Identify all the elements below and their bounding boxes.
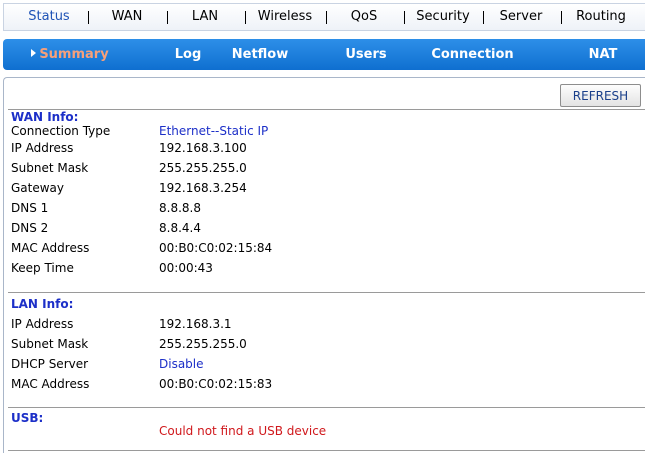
tab-security[interactable]: Security (408, 4, 478, 30)
row-value: 192.168.3.1 (159, 317, 232, 331)
row-label: DHCP Server (11, 357, 89, 371)
tab-qos[interactable]: QoS (333, 4, 395, 30)
row-value: 00:B0:C0:02:15:83 (159, 377, 273, 391)
subtab-connection[interactable]: Connection (425, 39, 520, 70)
row-label: Connection Type (11, 124, 111, 138)
divider (8, 292, 645, 293)
subtab-summary-label: Summary (39, 47, 109, 62)
row-value: 00:00:43 (159, 261, 213, 275)
row-label: Gateway (11, 181, 65, 195)
tab-routing[interactable]: Routing (568, 4, 634, 30)
row-value: 255.255.255.0 (159, 161, 247, 175)
subtab-summary[interactable]: Summary (30, 39, 110, 70)
nav-separator (88, 11, 89, 24)
divider (8, 450, 645, 451)
subtab-netflow[interactable]: Netflow (225, 39, 295, 70)
row-label: Subnet Mask (11, 337, 89, 351)
top-nav: Status WAN LAN Wireless QoS Security Ser… (3, 3, 645, 31)
subtab-nat[interactable]: NAT (578, 39, 628, 70)
row-label: MAC Address (11, 377, 90, 391)
row-label: DNS 1 (11, 201, 49, 215)
row-label: Subnet Mask (11, 161, 89, 175)
tab-wireless[interactable]: Wireless (250, 4, 320, 30)
row-label: IP Address (11, 141, 74, 155)
row-label: MAC Address (11, 241, 90, 255)
divider (8, 109, 645, 110)
nav-separator (483, 11, 484, 24)
nav-separator (245, 11, 246, 24)
row-value: 00:B0:C0:02:15:84 (159, 241, 273, 255)
refresh-button[interactable]: REFRESH (560, 84, 641, 107)
sub-nav: Summary Log Netflow Users Connection NAT (3, 39, 645, 70)
row-label: IP Address (11, 317, 74, 331)
tab-wan[interactable]: WAN (96, 4, 158, 30)
row-label: Keep Time (11, 261, 74, 275)
usb-status-message: Could not find a USB device (159, 424, 327, 438)
nav-separator (326, 11, 327, 24)
subtab-log[interactable]: Log (163, 39, 213, 70)
nav-separator (404, 11, 405, 24)
row-value: Ethernet--Static IP (159, 124, 269, 138)
arrow-right-icon (31, 49, 37, 57)
tab-status[interactable]: Status (18, 4, 80, 30)
row-label: DNS 2 (11, 221, 49, 235)
row-value: 192.168.3.100 (159, 141, 247, 155)
row-value: 8.8.8.8 (159, 201, 201, 215)
lan-info-title: LAN Info: (11, 297, 74, 311)
nav-separator (167, 11, 168, 24)
row-value: 192.168.3.254 (159, 181, 247, 195)
nav-separator (561, 11, 562, 24)
row-value: 255.255.255.0 (159, 337, 247, 351)
tab-lan[interactable]: LAN (174, 4, 236, 30)
tab-server[interactable]: Server (490, 4, 552, 30)
subtab-users[interactable]: Users (336, 39, 396, 70)
row-value: Disable (159, 357, 204, 371)
row-value: 8.8.4.4 (159, 221, 201, 235)
divider (8, 407, 645, 408)
usb-title: USB: (11, 411, 44, 425)
